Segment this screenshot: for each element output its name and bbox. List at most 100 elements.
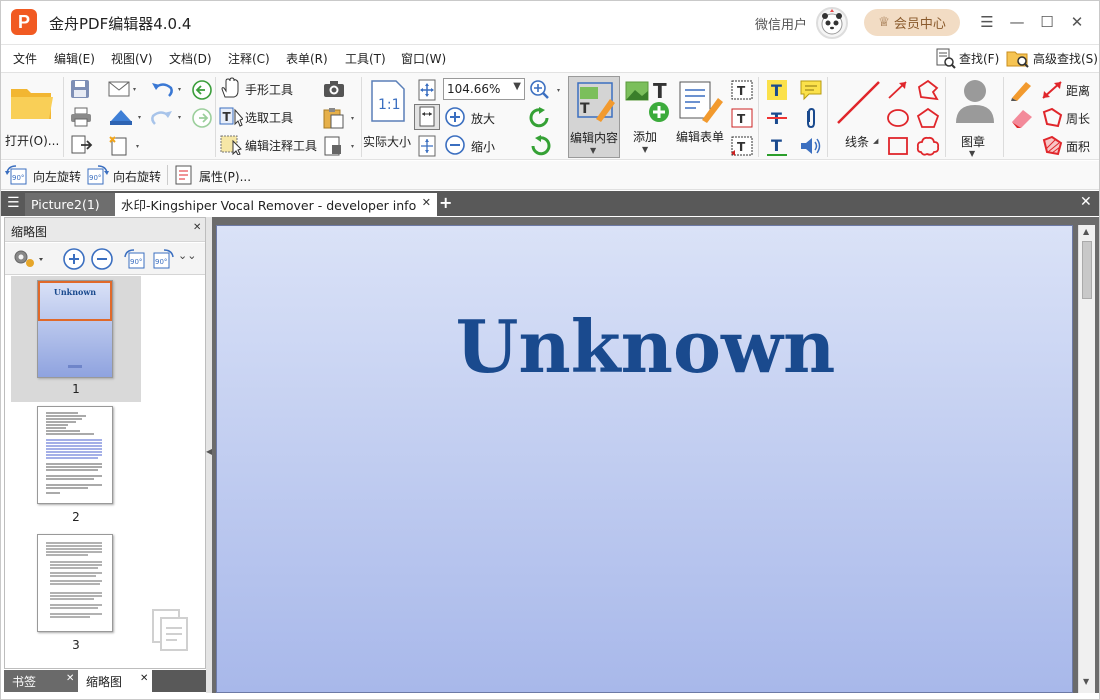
fit-visible-icon[interactable] (416, 135, 438, 157)
export-icon[interactable] (69, 135, 93, 155)
vip-center-button[interactable]: ♕ 会员中心 (864, 9, 960, 36)
menu-view[interactable]: 视图(V) (111, 50, 153, 67)
document-tools-icon[interactable] (322, 135, 358, 157)
forward-icon[interactable] (191, 107, 213, 129)
avatar[interactable] (816, 7, 848, 39)
ellipse-shape-icon[interactable] (886, 107, 910, 129)
menu-document[interactable]: 文档(D) (169, 50, 212, 67)
text-box-icon[interactable]: T (730, 107, 754, 129)
add-tab-icon[interactable]: + (439, 193, 452, 212)
zoom-select[interactable]: 104.66% ▼ (443, 78, 525, 100)
magnifier-icon[interactable] (528, 79, 564, 101)
redo-icon[interactable] (149, 107, 185, 127)
rotate-left-button[interactable]: 90° 向左旋转 (5, 164, 83, 186)
tab-thumbnails[interactable]: 缩略图 ✕ (78, 670, 152, 692)
gear-icon[interactable] (11, 247, 47, 271)
scroll-up-icon[interactable]: ▲ (1083, 227, 1089, 236)
edit-form-button[interactable]: 编辑表单 (674, 76, 728, 158)
camera-icon[interactable] (322, 79, 346, 99)
perimeter-button[interactable]: 周长 (1040, 107, 1098, 129)
tab-picture2[interactable]: Picture2(1) (25, 193, 119, 216)
new-document-icon[interactable] (107, 135, 143, 157)
close-button[interactable]: ✕ (1066, 11, 1088, 33)
pencil-icon[interactable] (1009, 79, 1035, 101)
save-icon[interactable] (69, 79, 91, 99)
note-icon[interactable] (799, 79, 823, 101)
email-icon[interactable] (107, 79, 137, 99)
hand-tool-button[interactable]: 手形工具 (219, 77, 315, 101)
advanced-find-button[interactable]: 高级查找(S) (1006, 47, 1098, 69)
distance-button[interactable]: 距离 (1040, 79, 1098, 101)
close-tab-icon[interactable]: ✕ (140, 673, 148, 684)
tab-label: 书签 (12, 675, 37, 689)
menu-file[interactable]: 文件 (13, 50, 37, 67)
zoom-in-icon[interactable] (62, 247, 86, 271)
vertical-scrollbar[interactable]: ▲ ▼ (1078, 225, 1095, 693)
menu-edit[interactable]: 编辑(E) (54, 50, 95, 67)
menu-comment[interactable]: 注释(C) (228, 50, 270, 67)
rotate-left-icon[interactable]: 90° (123, 247, 147, 271)
sound-icon[interactable] (799, 135, 823, 157)
close-tab-icon[interactable]: ✕ (66, 673, 74, 684)
undo-icon[interactable] (149, 79, 185, 99)
paste-icon[interactable] (322, 107, 358, 129)
rectangle-shape-icon[interactable] (886, 135, 910, 157)
chevron-double-down-icon[interactable]: ⌄⌄ (178, 249, 196, 262)
scan-icon[interactable] (107, 107, 143, 127)
find-button[interactable]: 查找(F) (934, 47, 999, 69)
edit-annotation-tool-button[interactable]: 编辑注释工具 (219, 133, 319, 157)
minimize-button[interactable]: — (1006, 11, 1028, 33)
fit-width-button[interactable] (414, 104, 440, 130)
back-icon[interactable] (191, 79, 213, 101)
open-button[interactable]: 打开(O)... (5, 77, 59, 155)
edit-content-button[interactable]: T 编辑内容 ▼ (568, 76, 620, 158)
rotate-right-icon[interactable]: 90° (151, 247, 175, 271)
underline-text-icon[interactable]: T (765, 135, 789, 157)
close-all-icon[interactable]: ✕ (1080, 194, 1092, 210)
separator (63, 77, 64, 157)
thumbnail-page-1[interactable]: Unknown 1 (11, 276, 141, 402)
stamp-button[interactable]: 图章 ▼ (948, 77, 1000, 158)
menu-icon[interactable]: ☰ (976, 11, 998, 33)
polyline-shape-icon[interactable] (915, 79, 941, 101)
area-button[interactable]: 面积 (1040, 135, 1098, 157)
menu-tools[interactable]: 工具(T) (345, 50, 386, 67)
fit-page-icon[interactable] (416, 79, 438, 101)
pdf-page[interactable]: Unknown (216, 225, 1073, 693)
line-button[interactable]: 线条 ◢ (831, 77, 883, 155)
close-tab-icon[interactable]: ✕ (422, 196, 431, 209)
close-panel-icon[interactable]: ✕ (193, 222, 201, 233)
tab-bookmarks[interactable]: 书签 ✕ (4, 670, 78, 692)
text-transform-icon[interactable]: T (730, 135, 754, 157)
arrow-shape-icon[interactable] (886, 79, 910, 101)
find-doc-icon (936, 48, 956, 69)
thumbnail-page-2[interactable]: 2 (11, 406, 141, 532)
tab-kingshiper-watermark[interactable]: 水印-Kingshiper Vocal Remover - developer … (115, 193, 437, 216)
properties-button[interactable]: 属性(P)... (173, 164, 253, 186)
zoom-in-button[interactable]: 放大 (444, 106, 504, 130)
menu-form[interactable]: 表单(R) (286, 50, 328, 67)
add-button[interactable]: T 添加 ▼ (623, 76, 671, 158)
zoom-out-button[interactable]: 缩小 (444, 134, 504, 158)
tab-list-icon[interactable]: ☰ (7, 195, 20, 211)
text-field-icon[interactable]: T (730, 79, 754, 101)
polygon-shape-icon[interactable] (915, 107, 941, 129)
rotate-ccw-icon[interactable] (528, 107, 552, 129)
user-name[interactable]: 微信用户 (755, 14, 807, 33)
rotate-cw-icon[interactable] (528, 135, 552, 157)
scroll-thumb[interactable] (1082, 241, 1092, 299)
scroll-down-icon[interactable]: ▼ (1083, 677, 1089, 686)
rotate-right-button[interactable]: 90° 向右旋转 (85, 164, 165, 186)
highlight-text-icon[interactable]: T (765, 79, 789, 101)
select-tool-button[interactable]: T 选取工具 (219, 105, 315, 129)
print-icon[interactable] (69, 107, 93, 127)
maximize-button[interactable]: ☐ (1036, 11, 1058, 33)
eraser-icon[interactable] (1009, 107, 1035, 129)
zoom-out-icon[interactable] (90, 247, 114, 271)
thumbnail-page-3[interactable]: 3 (11, 534, 141, 660)
actual-size-button[interactable]: 1:1 实际大小 (363, 77, 413, 155)
menu-window[interactable]: 窗口(W) (401, 50, 446, 67)
strikeout-text-icon[interactable]: T (765, 107, 789, 129)
attachment-icon[interactable] (799, 107, 823, 129)
cloud-shape-icon[interactable] (915, 135, 941, 157)
